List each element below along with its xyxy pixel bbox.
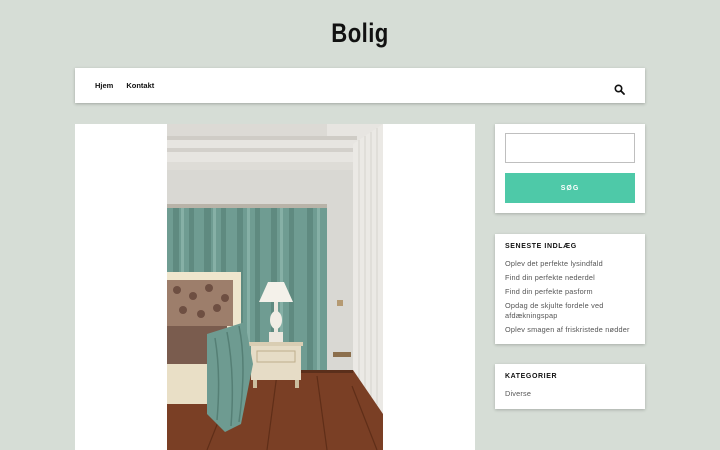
recent-post-link[interactable]: Oplev det perfekte lysindfald [505,259,635,269]
site-title[interactable]: Bolig [65,18,655,49]
search-submit-button[interactable]: SØG [505,173,635,203]
search-icon[interactable] [614,80,625,95]
search-widget: SØG [495,124,645,213]
search-input[interactable] [505,133,635,163]
category-link[interactable]: Diverse [505,389,635,399]
recent-post-link[interactable]: Oplev smagen af friskristede nødder [505,325,635,335]
post-featured-image[interactable] [167,124,383,450]
recent-posts-title: SENESTE INDLÆG [505,243,577,250]
recent-post-link[interactable]: Opdag de skjulte fordele ved afdækningsp… [505,301,635,320]
recent-posts-widget: SENESTE INDLÆG Oplev det perfekte lysind… [495,234,645,344]
nav-item-kontakt[interactable]: Kontakt [126,81,154,90]
categories-widget: KATEGORIER Diverse [495,364,645,409]
recent-post-link[interactable]: Find din perfekte pasform [505,287,635,297]
categories-title: KATEGORIER [505,373,558,380]
main-navbar: Hjem Kontakt [75,68,645,103]
recent-post-link[interactable]: Find din perfekte nederdel [505,273,635,283]
nav-item-hjem[interactable]: Hjem [95,81,113,90]
post-content [75,124,475,450]
